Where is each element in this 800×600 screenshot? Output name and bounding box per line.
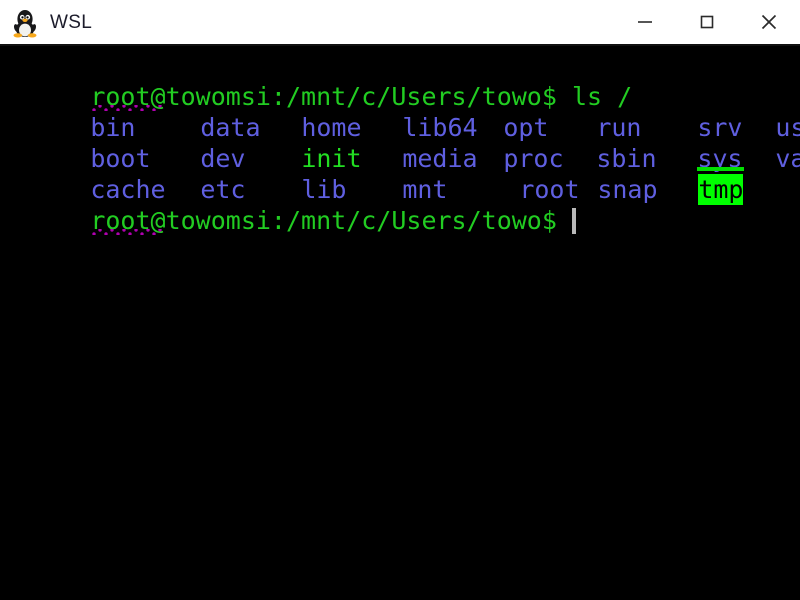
terminal-line-output-2: bootdevinitmediaprocsbinsysvar: [0, 112, 800, 173]
prompt-text-2: root@towomsi:/mnt/c/Users/towo$: [90, 206, 572, 235]
terminal-line-output-3: cache etc lib mnt root snap tmp: [0, 143, 800, 205]
text-cursor: [571, 208, 576, 234]
minimize-button[interactable]: [614, 0, 676, 45]
tux-penguin-icon: [10, 6, 40, 38]
terminal-line-output-1: bindatahomelib64optrunsrvusr: [0, 81, 800, 142]
terminal-line-prompt-2: root@towomsi:/mnt/c/Users/towo$: [0, 174, 800, 235]
window-controls: [614, 0, 800, 45]
terminal-screen[interactable]: root@towomsi:/mnt/c/Users/towo$ ls / bin…: [0, 46, 800, 600]
window-title: WSL: [50, 11, 93, 33]
terminal-line-prompt-1: root@towomsi:/mnt/c/Users/towo$ ls /: [0, 50, 800, 111]
close-button[interactable]: [738, 0, 800, 45]
maximize-button[interactable]: [676, 0, 738, 45]
wsl-window: WSL root@towomsi:/mnt/c/Users/towo$ ls /…: [0, 0, 800, 600]
titlebar-left: WSL: [0, 6, 92, 38]
window-titlebar[interactable]: WSL: [0, 0, 800, 46]
